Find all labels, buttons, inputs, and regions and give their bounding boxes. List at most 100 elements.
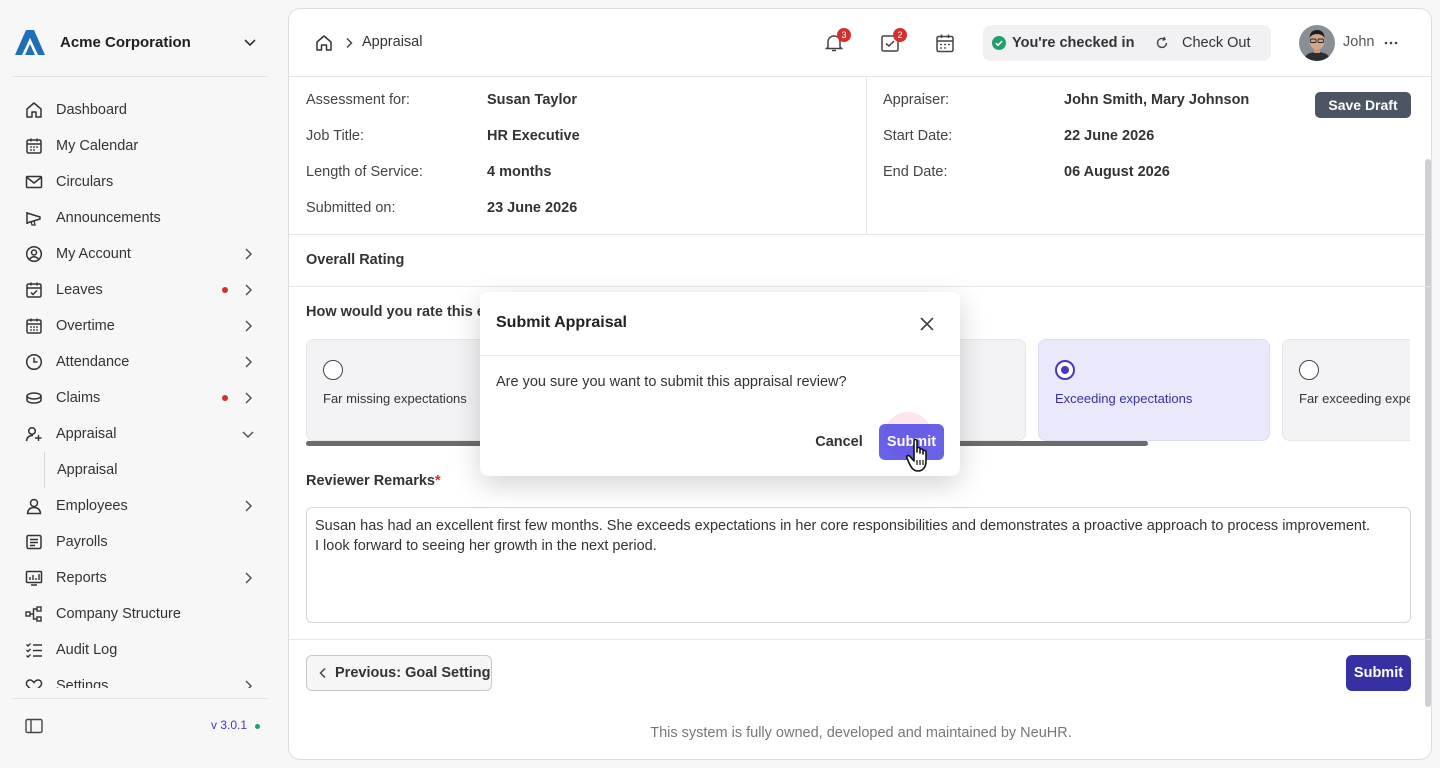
sidebar-item-label: Appraisal bbox=[57, 462, 118, 478]
chevron-right-icon bbox=[245, 680, 253, 688]
avatar[interactable] bbox=[1299, 25, 1335, 61]
subitem-indicator bbox=[44, 452, 45, 488]
sidebar-item-company-structure[interactable]: Company Structure bbox=[16, 596, 268, 632]
submit-confirm-dialog: Submit Appraisal Are you sure you want t… bbox=[480, 292, 960, 476]
section-title: Overall Rating bbox=[306, 252, 405, 268]
mail-icon bbox=[24, 172, 44, 192]
sidebar-item-overtime[interactable]: Overtime bbox=[16, 308, 268, 344]
sidebar-subitem-appraisal[interactable]: Appraisal bbox=[16, 452, 268, 488]
rating-option-far-exceeding[interactable]: Far exceeding expectations bbox=[1282, 339, 1410, 441]
sidebar-item-my-account[interactable]: My Account bbox=[16, 236, 268, 272]
start-date-value: 22 June 2026 bbox=[1064, 128, 1155, 144]
assessment-for-label: Assessment for: bbox=[306, 92, 410, 108]
notification-dot bbox=[222, 287, 228, 293]
sidebar-item-attendance[interactable]: Attendance bbox=[16, 344, 268, 380]
sidebar-item-my-calendar[interactable]: My Calendar bbox=[16, 128, 268, 164]
app-version: v 3.0.1 bbox=[211, 718, 248, 732]
dialog-title: Submit Appraisal bbox=[496, 314, 627, 331]
chevron-down-icon bbox=[242, 431, 254, 439]
chevron-right-icon bbox=[245, 572, 253, 584]
checkin-panel: You're checked in Check Out bbox=[983, 25, 1271, 61]
sidebar-item-settings[interactable]: Settings bbox=[16, 668, 268, 688]
sidebar-item-audit-log[interactable]: Audit Log bbox=[16, 632, 268, 668]
rating-option-label: Far exceeding expectations bbox=[1299, 391, 1410, 406]
calendar-button[interactable] bbox=[934, 32, 956, 54]
company-switcher[interactable]: Acme Corporation bbox=[12, 22, 268, 62]
sidebar-item-label: Attendance bbox=[56, 354, 130, 370]
divider bbox=[866, 77, 867, 235]
user-icon bbox=[24, 496, 44, 516]
sidebar-item-claims[interactable]: Claims bbox=[16, 380, 268, 416]
sidebar-item-employees[interactable]: Employees bbox=[16, 488, 268, 524]
home-icon[interactable] bbox=[314, 33, 334, 53]
sidebar-item-label: Dashboard bbox=[56, 102, 127, 118]
notifications-button[interactable]: 3 bbox=[823, 28, 851, 54]
close-icon[interactable] bbox=[918, 315, 936, 333]
reviewer-remarks-field[interactable]: Susan has had an excellent first few mon… bbox=[306, 507, 1411, 623]
sidebar-item-appraisal[interactable]: Appraisal bbox=[16, 416, 268, 452]
chevron-down-icon bbox=[244, 39, 256, 47]
sidebar-item-label: Announcements bbox=[56, 210, 161, 226]
more-icon[interactable] bbox=[1381, 33, 1401, 53]
user-name[interactable]: John bbox=[1343, 34, 1374, 50]
radio-button-selected[interactable] bbox=[1055, 360, 1075, 380]
hand-cursor-icon bbox=[905, 438, 927, 472]
chevron-right-icon bbox=[245, 284, 253, 296]
save-draft-button[interactable]: Save Draft bbox=[1315, 92, 1411, 118]
company-name: Acme Corporation bbox=[60, 33, 191, 51]
remarks-label-text: Reviewer Remarks bbox=[306, 473, 435, 489]
breadcrumb[interactable]: Appraisal bbox=[362, 34, 422, 50]
radio-button[interactable] bbox=[1299, 360, 1319, 380]
chevron-left-icon bbox=[319, 667, 326, 679]
calendar-grid-icon bbox=[24, 316, 44, 336]
home-icon bbox=[24, 100, 44, 120]
sidebar-toggle-icon[interactable] bbox=[24, 716, 44, 736]
sidebar-item-label: Audit Log bbox=[56, 642, 118, 658]
calendar-icon bbox=[936, 34, 954, 53]
calendar-icon bbox=[24, 136, 44, 156]
sidebar-item-label: Settings bbox=[56, 678, 109, 688]
chevron-right-icon bbox=[346, 37, 353, 49]
chevron-right-icon bbox=[245, 248, 253, 260]
sidebar-item-circulars[interactable]: Circulars bbox=[16, 164, 268, 200]
topbar: Appraisal 3 2 You're checked in Check Ou… bbox=[289, 9, 1431, 77]
appraiser-value: John Smith, Mary Johnson bbox=[1064, 92, 1250, 108]
check-circle-icon bbox=[992, 36, 1006, 50]
sidebar-item-announcements[interactable]: Announcements bbox=[16, 200, 268, 236]
sidebar-item-label: Company Structure bbox=[56, 606, 181, 622]
checkin-status: You're checked in bbox=[1012, 35, 1135, 51]
calendar-check-icon bbox=[24, 280, 44, 300]
sidebar-item-reports[interactable]: Reports bbox=[16, 560, 268, 596]
rating-option-label: Exceeding expectations bbox=[1055, 391, 1193, 406]
notification-badge: 3 bbox=[837, 28, 851, 42]
sidebar-item-dashboard[interactable]: Dashboard bbox=[16, 92, 268, 128]
clock-icon bbox=[24, 352, 44, 372]
user-circle-icon bbox=[24, 244, 44, 264]
sidebar-item-leaves[interactable]: Leaves bbox=[16, 272, 268, 308]
chevron-right-icon bbox=[245, 500, 253, 512]
sidebar-item-label: My Calendar bbox=[56, 138, 139, 154]
divider bbox=[12, 76, 268, 77]
submitted-on-label: Submitted on: bbox=[306, 200, 396, 216]
radio-button[interactable] bbox=[323, 360, 343, 380]
check-out-button[interactable]: Check Out bbox=[1145, 27, 1267, 59]
sidebar-item-label: Leaves bbox=[56, 282, 103, 298]
previous-step-button[interactable]: Previous: Goal Setting bbox=[306, 655, 492, 691]
chart-icon bbox=[24, 568, 44, 588]
chevron-right-icon bbox=[245, 356, 253, 368]
check-out-label: Check Out bbox=[1182, 35, 1251, 51]
submitted-on-value: 23 June 2026 bbox=[487, 200, 578, 216]
remarks-label: Reviewer Remarks* bbox=[306, 473, 441, 489]
divider bbox=[12, 698, 268, 699]
submit-button[interactable]: Submit bbox=[1346, 655, 1411, 691]
rating-option-exceeding[interactable]: Exceeding expectations bbox=[1038, 339, 1270, 441]
sidebar-item-payrolls[interactable]: Payrolls bbox=[16, 524, 268, 560]
cancel-button[interactable]: Cancel bbox=[806, 426, 872, 458]
sidebar-item-label: Employees bbox=[56, 498, 128, 514]
sidebar-item-label: Payrolls bbox=[56, 534, 108, 550]
tasks-button[interactable]: 2 bbox=[879, 28, 907, 54]
previous-step-label: Previous: Goal Setting bbox=[335, 665, 491, 681]
user-photo-icon bbox=[1299, 25, 1335, 61]
sidebar-item-label: Overtime bbox=[56, 318, 115, 334]
heart-icon bbox=[24, 676, 44, 688]
